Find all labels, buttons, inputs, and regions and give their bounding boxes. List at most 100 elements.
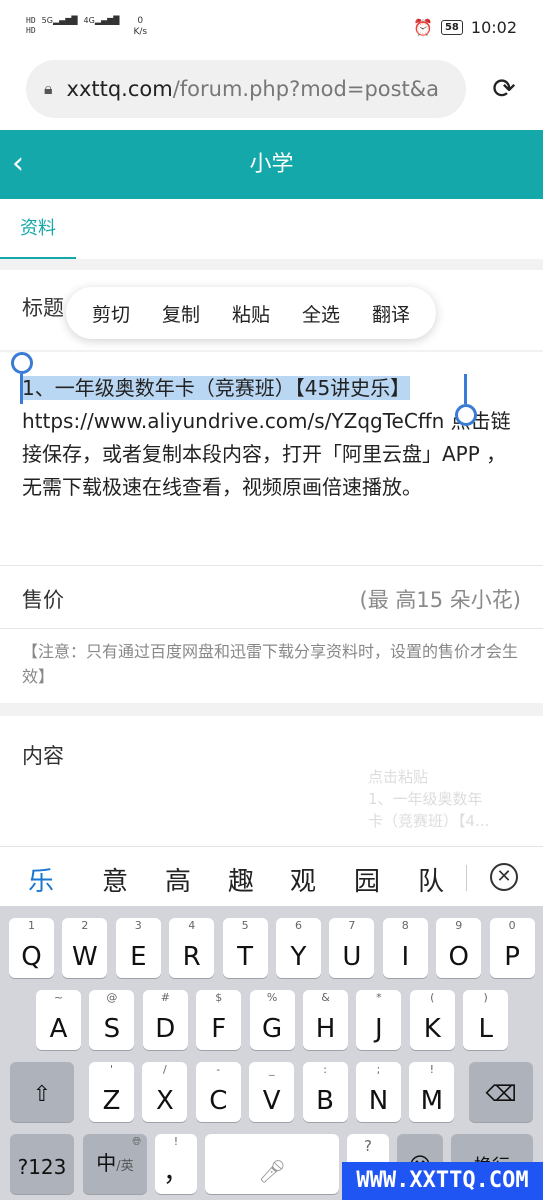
key-z-sub: ' [109, 1063, 114, 1076]
title-textarea[interactable]: 1、一年级奥数年卡（竞赛班）【45讲史乐】 https://www.aliyun… [0, 352, 543, 566]
tab-resources[interactable]: 资料 [0, 199, 76, 259]
price-input[interactable]: (最 高15 朵小花) [360, 584, 521, 614]
candidate-3[interactable]: 高 [165, 861, 191, 898]
key-d-sub: # [160, 991, 170, 1004]
url-text: xxttq.com/forum.php?mod=post&a [67, 77, 440, 101]
key-h-sub: & [321, 991, 330, 1004]
key-f-sub: $ [215, 991, 223, 1004]
key-r[interactable]: 4R [169, 918, 215, 978]
url-path: /forum.php?mod=post&a [172, 77, 440, 101]
backspace-key[interactable]: ⌫ [469, 1062, 533, 1122]
network-type-bottom: HD [26, 26, 36, 35]
num-symbol-key-label: ?123 [17, 1155, 67, 1179]
signal-bars-icon: ▂▄▆█ [52, 16, 78, 25]
candidate-1[interactable]: 乐 [28, 861, 54, 898]
network-type: HD HD [26, 16, 36, 36]
key-k-label: K [423, 1014, 441, 1044]
question-key-label: ? [364, 1137, 372, 1155]
candidate-7[interactable]: 队 [418, 861, 444, 898]
cut-menu-item[interactable]: 剪切 [92, 300, 130, 327]
key-w[interactable]: 2W [62, 918, 108, 978]
key-t-label: T [237, 942, 254, 972]
watermark: WWW.XXTTQ.COM [342, 1162, 543, 1200]
key-h[interactable]: & H [303, 990, 348, 1050]
key-g[interactable]: % G [249, 990, 295, 1050]
key-s[interactable]: @ S [89, 990, 135, 1050]
key-p[interactable]: 0P [489, 918, 535, 978]
key-n[interactable]: ; N [356, 1062, 401, 1122]
language-switch-label: 中/英 [83, 1148, 147, 1182]
num-symbol-key[interactable]: ?123 [10, 1134, 74, 1194]
key-d[interactable]: # D [142, 990, 188, 1050]
key-k[interactable]: (K [409, 990, 455, 1050]
key-y-sub: 6 [295, 919, 302, 932]
key-l[interactable]: ) L [463, 990, 509, 1050]
url-domain: xxttq.com [66, 77, 173, 101]
key-v-sub: _ [268, 1063, 275, 1076]
key-g-sub: % [266, 991, 278, 1004]
shift-key[interactable]: ⇧ [10, 1062, 74, 1122]
paste-menu-item[interactable]: 粘贴 [232, 300, 270, 327]
clipboard-paste-hint[interactable]: 点击粘贴 1、一年级奥数年 卡（竞赛班）【4... [368, 766, 543, 846]
candidate-5[interactable]: 观 [290, 861, 316, 898]
shift-icon: ⇧ [32, 1082, 52, 1107]
selection-end-handle[interactable] [455, 404, 477, 426]
selection-start-handle[interactable] [11, 352, 33, 374]
key-i[interactable]: 8I [382, 918, 428, 978]
copy-menu-item[interactable]: 复制 [162, 300, 200, 327]
clock: 10:02 [470, 18, 517, 37]
key-y[interactable]: 6Y [276, 918, 321, 978]
selection-end-bar [464, 374, 467, 404]
key-m-label: M [420, 1086, 444, 1116]
key-u[interactable]: 7U [329, 918, 375, 978]
candidate-6[interactable]: 园 [354, 861, 380, 898]
key-f[interactable]: $ F [196, 990, 242, 1050]
key-v-label: V [262, 1086, 281, 1116]
key-h-label: H [315, 1014, 336, 1044]
reload-icon[interactable]: ⟳ [487, 72, 521, 106]
key-o-sub: 9 [455, 919, 463, 932]
key-b[interactable]: :B [302, 1062, 348, 1122]
candidate-2[interactable]: 意 [102, 861, 128, 898]
key-v[interactable]: _ V [249, 1062, 295, 1122]
price-label: 售价 [22, 588, 64, 612]
key-a[interactable]: ~ A [36, 990, 81, 1050]
key-z[interactable]: ' Z [89, 1062, 134, 1122]
key-n-label: N [368, 1086, 389, 1116]
clipboard-hint-line: 点击粘贴 [368, 768, 429, 786]
alarm-icon: ⏰ [413, 18, 433, 37]
select-all-menu-item[interactable]: 全选 [302, 300, 340, 327]
key-u-sub: 7 [348, 919, 356, 932]
comma-key[interactable]: ! ， [155, 1134, 197, 1194]
content-row[interactable]: 内容 点击粘贴 1、一年级奥数年 卡（竞赛班）【4... [0, 716, 543, 846]
key-k-sub: ( [430, 991, 435, 1004]
signal-4g: 4G▂▄▆█ [84, 16, 120, 26]
key-c-sub: - [216, 1063, 221, 1076]
candidate-4[interactable]: 趣 [228, 861, 254, 898]
key-m[interactable]: ! M [409, 1062, 455, 1122]
key-c[interactable]: -C [195, 1062, 241, 1122]
candidate-divider [466, 865, 467, 891]
key-w-sub: 2 [81, 919, 89, 932]
address-bar[interactable]: 🔒︎ xxttq.com/forum.php?mod=post&a [26, 60, 466, 118]
key-o[interactable]: 9O [436, 918, 482, 978]
key-t[interactable]: 5T [222, 918, 268, 978]
browser-toolbar: 🔒︎ xxttq.com/forum.php?mod=post&a ⟳ [0, 60, 543, 130]
key-q[interactable]: 1Q [9, 918, 54, 978]
price-row[interactable]: 售价 (最 高15 朵小花) [0, 566, 543, 629]
space-key[interactable]: 🎤︎ [205, 1134, 339, 1194]
key-z-label: Z [102, 1086, 121, 1116]
content-label: 内容 [22, 744, 64, 768]
translate-menu-item[interactable]: 翻译 [372, 300, 410, 327]
key-o-label: O [448, 942, 469, 972]
key-s-label: S [103, 1014, 121, 1044]
key-x[interactable]: / X [142, 1062, 188, 1122]
close-candidates-icon[interactable]: ✕ [490, 863, 518, 891]
key-l-sub: ) [483, 991, 488, 1004]
key-e[interactable]: 3E [115, 918, 161, 978]
key-d-label: D [155, 1014, 176, 1044]
language-switch-key[interactable]: 🌐︎ 中/英 [83, 1134, 147, 1194]
clipboard-hint-line: 1、一年级奥数年 [368, 790, 483, 808]
key-j[interactable]: * J [356, 990, 402, 1050]
key-f-label: F [211, 1014, 227, 1044]
